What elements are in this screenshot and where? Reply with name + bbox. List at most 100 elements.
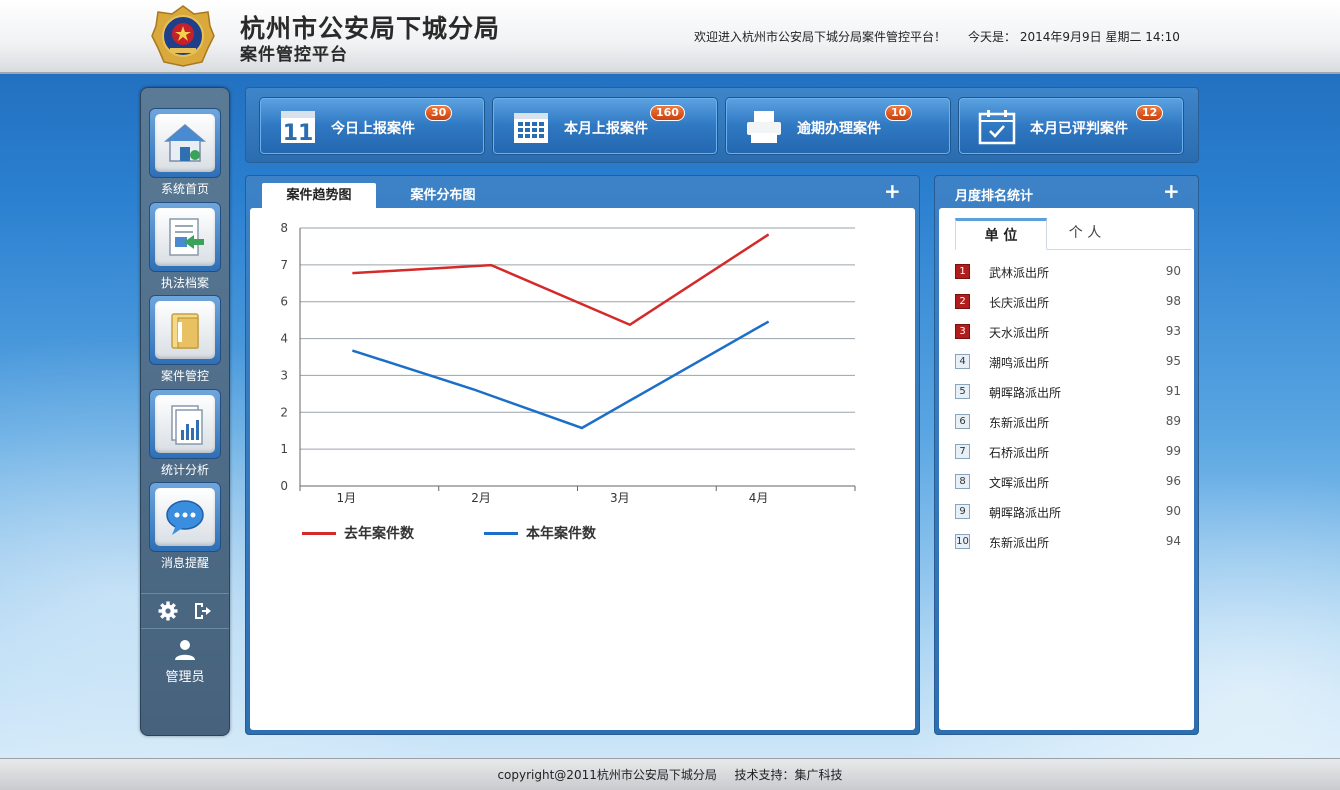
sidebar-item-messages[interactable]: 消息提醒 xyxy=(147,482,223,572)
sidebar-item-label: 消息提醒 xyxy=(160,556,209,570)
sidebar-tools xyxy=(141,593,229,629)
legend-label: 本年案件数 xyxy=(526,526,596,542)
rank-number: 1 xyxy=(955,264,970,279)
rank-row[interactable]: 8 文晖派出所 96 xyxy=(955,472,1181,492)
count-badge: 30 xyxy=(425,105,453,121)
unit-score: 96 xyxy=(1165,474,1181,488)
legend-label: 去年案件数 xyxy=(344,526,414,542)
unit-score: 93 xyxy=(1165,324,1181,338)
rank-row[interactable]: 9 朝晖路派出所 90 xyxy=(955,502,1181,522)
unit-score: 94 xyxy=(1165,534,1181,548)
unit-name: 东新派出所 xyxy=(989,536,1050,550)
rank-number: 10 xyxy=(955,534,970,549)
count-badge: 12 xyxy=(1136,105,1164,121)
printer-icon xyxy=(747,111,781,143)
stat-label: 逾期办理案件 xyxy=(797,121,881,137)
gear-icon[interactable] xyxy=(158,601,178,621)
stat-label: 今日上报案件 xyxy=(331,121,415,137)
chart-body xyxy=(250,208,915,730)
unit-score: 90 xyxy=(1165,264,1181,278)
unit-name: 天水派出所 xyxy=(989,326,1050,340)
rank-row[interactable]: 10 东新派出所 94 xyxy=(955,532,1181,552)
rank-number: 4 xyxy=(955,354,970,369)
unit-score: 99 xyxy=(1165,444,1181,458)
unit-name: 朝晖路派出所 xyxy=(989,506,1062,520)
rank-row[interactable]: 4 潮鸣派出所 95 xyxy=(955,352,1181,372)
stats-icon xyxy=(171,405,203,445)
welcome-text: 欢迎进入杭州市公安局下城分局案件管控平台！ xyxy=(694,30,947,44)
sidebar-item-archive[interactable]: 执法档案 xyxy=(147,202,223,292)
stat-overdue-cases[interactable]: 逾期办理案件 10 xyxy=(726,98,950,154)
sidebar-item-label: 执法档案 xyxy=(160,276,209,290)
stat-label: 本月已评判案件 xyxy=(1030,121,1128,137)
chart-panel: 案件趋势图 案件分布图 + xyxy=(245,175,920,735)
user-menu[interactable]: 管理员 xyxy=(141,638,229,685)
sidebar-item-label: 案件管控 xyxy=(160,369,209,383)
stat-judged-cases[interactable]: 本月已评判案件 12 xyxy=(959,98,1183,154)
tab-individual[interactable]: 个 人 xyxy=(1047,218,1123,250)
rank-number: 7 xyxy=(955,444,970,459)
rank-number: 6 xyxy=(955,414,970,429)
rank-tabs: 单 位 个 人 xyxy=(955,218,1191,250)
rank-body: 单 位 个 人 1 武林派出所 90 2 长庆派出所 98 3 天水派出所 93 4 潮鸣派出所 95… xyxy=(939,208,1194,730)
unit-name: 武林派出所 xyxy=(989,266,1050,280)
stat-bar: 11 今日上报案件 30 本月上报案件 160 逾期办理案件 10 本月已评判案… xyxy=(245,87,1199,163)
date-time: 今天是： 2014年9月9日 星期二 14:10 xyxy=(968,30,1180,44)
sidebar-item-home[interactable]: 系统首页 xyxy=(147,108,223,198)
unit-name: 东新派出所 xyxy=(989,416,1050,430)
stat-label: 本月上报案件 xyxy=(564,121,648,137)
tab-unit[interactable]: 单 位 xyxy=(955,218,1047,250)
unit-name: 文晖派出所 xyxy=(989,476,1050,490)
tab-case-distribution[interactable]: 案件分布图 xyxy=(386,183,500,209)
rank-number: 9 xyxy=(955,504,970,519)
copyright-text: copyright@2011杭州市公安局下城分局 xyxy=(497,768,717,782)
rank-row[interactable]: 1 武林派出所 90 xyxy=(955,262,1181,282)
stat-month-cases[interactable]: 本月上报案件 160 xyxy=(493,98,717,154)
archive-icon xyxy=(169,218,204,256)
unit-score: 98 xyxy=(1165,294,1181,308)
message-icon xyxy=(166,500,204,535)
rank-number: 8 xyxy=(955,474,970,489)
sidebar-item-label: 统计分析 xyxy=(160,463,209,477)
sidebar-item-label: 系统首页 xyxy=(160,182,209,196)
calendar-day-icon: 11 xyxy=(281,111,315,145)
stat-today-cases[interactable]: 11 今日上报案件 30 xyxy=(260,98,484,154)
legend-swatch xyxy=(302,532,336,535)
user-name: 管理员 xyxy=(165,670,205,685)
rank-row[interactable]: 2 长庆派出所 98 xyxy=(955,292,1181,312)
logout-icon[interactable] xyxy=(192,601,212,621)
expand-rank-button[interactable]: + xyxy=(1163,179,1180,203)
calendar-month-icon xyxy=(514,113,548,143)
tab-case-trend[interactable]: 案件趋势图 xyxy=(262,183,376,209)
rank-panel-title: 月度排名统计 xyxy=(955,189,1034,204)
footer: copyright@2011杭州市公安局下城分局 技术支持：集广科技 xyxy=(0,758,1340,790)
unit-score: 95 xyxy=(1165,354,1181,368)
unit-name: 长庆派出所 xyxy=(989,296,1050,310)
rank-number: 5 xyxy=(955,384,970,399)
rank-row[interactable]: 7 石桥派出所 99 xyxy=(955,442,1181,462)
count-badge: 160 xyxy=(650,105,685,121)
unit-name: 潮鸣派出所 xyxy=(989,356,1050,370)
app-subtitle: 案件管控平台 xyxy=(240,45,348,65)
rank-row[interactable]: 6 东新派出所 89 xyxy=(955,412,1181,432)
unit-score: 90 xyxy=(1165,504,1181,518)
folder-icon xyxy=(171,313,199,349)
unit-name: 朝晖路派出所 xyxy=(989,386,1062,400)
sidebar-item-stats[interactable]: 统计分析 xyxy=(147,389,223,479)
sidebar-item-cases[interactable]: 案件管控 xyxy=(147,295,223,385)
count-badge: 10 xyxy=(885,105,913,121)
rank-row[interactable]: 5 朝晖路派出所 91 xyxy=(955,382,1181,402)
rank-number: 2 xyxy=(955,294,970,309)
rank-row[interactable]: 3 天水派出所 93 xyxy=(955,322,1181,342)
rank-panel: 月度排名统计 + 单 位 个 人 1 武林派出所 90 2 长庆派出所 98 3 天水派出所 9… xyxy=(934,175,1199,735)
rank-number: 3 xyxy=(955,324,970,339)
unit-name: 石桥派出所 xyxy=(989,446,1050,460)
support-text: 技术支持：集广科技 xyxy=(734,768,843,782)
user-icon xyxy=(175,640,195,660)
header: 杭州市公安局下城分局 案件管控平台 欢迎进入杭州市公安局下城分局案件管控平台！ … xyxy=(0,0,1340,74)
legend-swatch xyxy=(484,532,518,535)
unit-score: 91 xyxy=(1165,384,1181,398)
home-icon xyxy=(163,124,207,162)
expand-chart-button[interactable]: + xyxy=(884,179,901,203)
police-badge-icon xyxy=(151,5,215,67)
